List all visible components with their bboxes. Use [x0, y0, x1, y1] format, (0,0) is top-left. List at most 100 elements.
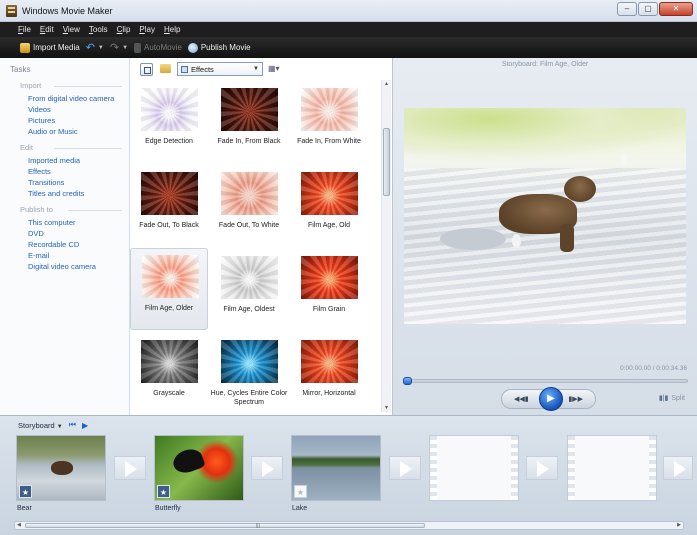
redo-button[interactable]: ↷ ▼ — [110, 42, 128, 53]
effect-thumbnail — [141, 172, 198, 215]
effects-scrollbar-thumb[interactable] — [383, 128, 390, 196]
task-link-dvd[interactable]: DVD — [28, 229, 44, 238]
effect-tile[interactable]: Film Grain — [290, 250, 368, 332]
transition-slot[interactable] — [526, 456, 558, 480]
play-storyboard-icon[interactable]: ▶ — [82, 421, 88, 430]
effect-tile[interactable]: Fade In, From Black — [210, 82, 288, 164]
view-options-button[interactable]: ▦▾ — [268, 64, 280, 73]
transition-slot[interactable] — [251, 456, 283, 480]
section-publish: Publish to — [20, 205, 122, 214]
section-import-heading: Import — [20, 81, 42, 90]
play-button[interactable]: ▶ — [539, 387, 563, 411]
section-edit-heading: Edit — [20, 143, 33, 152]
effects-scrollbar[interactable]: ▲ ▼ — [381, 80, 391, 412]
chevron-down-icon: ▼ — [253, 66, 259, 72]
automovie-button[interactable]: AutoMovie — [134, 42, 182, 53]
effect-thumbnail — [141, 88, 198, 131]
effect-label: Grayscale — [153, 390, 185, 397]
task-link-audio-music[interactable]: Audio or Music — [28, 127, 78, 136]
seek-bar[interactable] — [403, 377, 688, 385]
tasks-pane-toggle-button[interactable] — [140, 63, 153, 76]
menu-play[interactable]: Play — [139, 25, 155, 34]
effect-star-icon[interactable]: ★ — [157, 485, 170, 498]
effect-label: Film Age, Older — [144, 305, 194, 312]
effect-label: Fade In, From Black — [217, 138, 281, 145]
clip-name: Lake — [292, 505, 308, 512]
folder-icon[interactable] — [160, 64, 171, 73]
transition-slot[interactable] — [389, 456, 421, 480]
effect-tile[interactable]: Hue, Cycles Entire Color Spectrum — [210, 334, 288, 416]
effect-tile[interactable]: Fade Out, To White — [210, 166, 288, 248]
playback-controls: ◀◀▮ ▶ ▮▶▶ — [501, 387, 596, 411]
menu-file[interactable]: File — [18, 25, 31, 34]
effect-thumbnail — [301, 340, 358, 383]
task-link-effects[interactable]: Effects — [28, 167, 51, 176]
menu-clip[interactable]: Clip — [117, 25, 131, 34]
task-link-imported-media[interactable]: Imported media — [28, 156, 80, 165]
effect-star-icon[interactable]: ★ — [19, 485, 32, 498]
storyboard-view-dropdown[interactable]: Storyboard ▼ — [18, 421, 63, 430]
task-link-pictures[interactable]: Pictures — [28, 116, 55, 125]
scroll-up-icon[interactable]: ▲ — [384, 81, 389, 87]
effect-label: Edge Detection — [145, 138, 193, 145]
empty-storyboard-slot[interactable] — [429, 435, 519, 501]
effect-tile[interactable]: Film Age, Oldest — [210, 250, 288, 332]
storyboard-clip-butterfly[interactable]: ★ — [154, 435, 244, 501]
storyboard-scrollbar-thumb[interactable]: ||| — [25, 523, 425, 529]
redo-dropdown-icon[interactable]: ▼ — [122, 45, 128, 51]
effect-tile[interactable]: Film Age, Old — [290, 166, 368, 248]
scroll-right-icon[interactable]: ▶ — [677, 522, 681, 528]
effects-toolbar: Effects ▼ ▦▾ — [130, 58, 392, 80]
storyboard-clip-bear[interactable]: ★ — [16, 435, 106, 501]
automovie-icon — [134, 42, 142, 53]
effect-tile[interactable]: Fade Out, To Black — [130, 166, 208, 248]
close-button[interactable]: ✕ — [659, 2, 693, 16]
transition-slot[interactable] — [114, 456, 146, 480]
next-frame-icon[interactable]: ▮▶▶ — [568, 395, 583, 403]
menu-tools[interactable]: Tools — [89, 25, 108, 34]
clip-name: Butterfly — [155, 505, 181, 512]
task-link-digital-video-camera[interactable]: From digital video camera — [28, 94, 114, 103]
task-link-videos[interactable]: Videos — [28, 105, 51, 114]
maximize-button[interactable]: ▢ — [638, 2, 658, 16]
effect-tile[interactable]: Grayscale — [130, 334, 208, 416]
storyboard-clip-lake[interactable]: ★ — [291, 435, 381, 501]
window-controls: – ▢ ✕ — [617, 2, 693, 16]
tasks-pane: Tasks Import From digital video camera V… — [0, 58, 130, 415]
empty-storyboard-slot[interactable] — [567, 435, 657, 501]
publish-movie-button[interactable]: Publish Movie — [187, 42, 251, 53]
seek-bar-handle[interactable] — [403, 377, 412, 385]
import-media-button[interactable]: Import Media — [20, 42, 80, 53]
undo-button[interactable]: ↶ ▼ — [85, 41, 104, 54]
scroll-down-icon[interactable]: ▼ — [384, 405, 389, 411]
task-link-dv-camera[interactable]: Digital video camera — [28, 262, 96, 271]
menu-view[interactable]: View — [63, 25, 80, 34]
task-link-this-computer[interactable]: This computer — [28, 218, 76, 227]
effect-tile[interactable]: Fade In, From White — [290, 82, 368, 164]
undo-icon: ↶ — [85, 41, 95, 54]
effects-pane: Effects ▼ ▦▾ Edge Detection Fade In, Fro… — [130, 58, 392, 415]
split-button[interactable]: ▮|▮ Split — [659, 394, 685, 403]
effect-thumbnail — [301, 172, 358, 215]
collection-dropdown[interactable]: Effects ▼ — [177, 62, 263, 76]
task-link-email[interactable]: E-mail — [28, 251, 49, 260]
effect-thumbnail — [221, 256, 278, 299]
menu-edit[interactable]: Edit — [40, 25, 54, 34]
task-link-recordable-cd[interactable]: Recordable CD — [28, 240, 79, 249]
task-link-titles-credits[interactable]: Titles and credits — [28, 189, 84, 198]
effect-star-icon[interactable]: ★ — [294, 485, 307, 498]
menu-help[interactable]: Help — [164, 25, 180, 34]
transition-slot[interactable] — [663, 456, 693, 480]
effect-tile[interactable]: Edge Detection — [130, 82, 208, 164]
rewind-storyboard-icon[interactable]: ⏮ — [69, 420, 76, 430]
undo-dropdown-icon[interactable]: ▼ — [98, 45, 104, 51]
previous-frame-icon[interactable]: ◀◀▮ — [514, 395, 529, 403]
minimize-button[interactable]: – — [617, 2, 637, 16]
effect-tile[interactable]: Mirror, Horizontal — [290, 334, 368, 416]
effect-tile-selected[interactable]: Film Age, Older — [130, 248, 208, 330]
storyboard-scrollbar[interactable]: ◀ ||| ▶ — [14, 521, 684, 530]
effect-label: Film Grain — [312, 306, 346, 313]
movie-maker-app-icon — [6, 5, 17, 17]
scroll-left-icon[interactable]: ◀ — [17, 522, 21, 528]
task-link-transitions[interactable]: Transitions — [28, 178, 64, 187]
